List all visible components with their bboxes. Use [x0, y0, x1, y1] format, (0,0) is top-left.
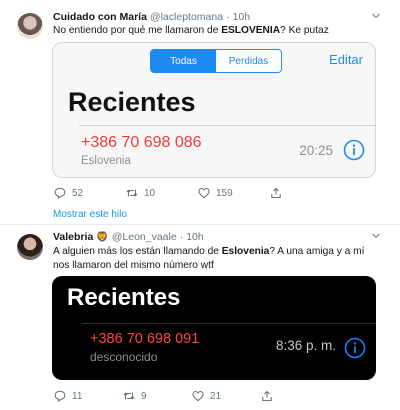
tweet-time[interactable]: 10h	[233, 11, 251, 23]
tweet-text: A alguien más los están llamando de Eslo…	[53, 246, 365, 271]
share-icon	[271, 187, 281, 199]
recents-title: Recientes	[67, 284, 181, 311]
divider	[82, 323, 376, 324]
reply-count: 11	[72, 390, 83, 402]
tweet-actions: 52 10 159	[54, 186, 342, 200]
reply-count: 52	[72, 187, 84, 199]
like-count: 159	[216, 187, 233, 199]
edit-label: Editar	[329, 52, 363, 67]
avatar[interactable]	[17, 13, 43, 39]
missed-call-number: +386 70 698 086	[81, 134, 202, 151]
call-location: Eslovenia	[81, 155, 131, 167]
info-icon	[343, 139, 365, 161]
divider	[79, 125, 375, 126]
retweet-count: 9	[141, 390, 147, 402]
tab-todas: Todas	[151, 50, 216, 72]
retweet-button[interactable]: 9	[123, 389, 192, 403]
show-thread-link[interactable]: Mostrar este hilo	[53, 209, 127, 220]
separator-dot: ·	[226, 11, 230, 23]
chevron-down-icon[interactable]	[371, 231, 381, 241]
tweet-time[interactable]: 10h	[186, 231, 204, 243]
retweet-icon	[123, 392, 135, 400]
screenshot-image[interactable]: Recientes +386 70 698 091 desconocido 8:…	[52, 276, 376, 380]
user-handle[interactable]: @Leon_vaale	[112, 231, 177, 243]
missed-call-number: +386 70 698 091	[90, 331, 200, 347]
like-icon	[192, 390, 204, 402]
like-count: 21	[210, 390, 222, 402]
like-icon	[198, 187, 210, 199]
chevron-down-icon[interactable]	[371, 11, 381, 21]
like-button[interactable]: 159	[198, 186, 270, 200]
call-time: 8:36 p. m.	[275, 338, 336, 353]
tweet-header: Cuidado con María @lacleptomana · 10h	[53, 9, 250, 25]
recents-title: Recientes	[68, 87, 196, 117]
reply-icon	[54, 187, 66, 199]
like-button[interactable]: 21	[192, 389, 261, 403]
retweet-button[interactable]: 10	[126, 186, 198, 200]
segmented-control: Todas Perdidas	[150, 49, 282, 73]
share-icon	[262, 390, 272, 402]
reply-button[interactable]: 52	[54, 186, 126, 200]
retweet-count: 10	[144, 187, 156, 199]
tweet-actions: 11 9 21	[54, 389, 330, 403]
tweet[interactable]: Cuidado con María @lacleptomana · 10h No…	[0, 0, 400, 203]
hashtag-eslovenia: ESLOVENIA	[221, 25, 281, 36]
avatar[interactable]	[17, 234, 43, 260]
user-handle[interactable]: @lacleptomana	[150, 11, 223, 23]
share-button[interactable]	[261, 389, 330, 403]
mention-eslovenia: Eslovenia	[221, 246, 270, 257]
info-icon	[344, 337, 366, 359]
tab-perdidas: Perdidas	[216, 50, 281, 72]
display-name[interactable]: Cuidado con María	[53, 11, 147, 23]
retweet-icon	[126, 189, 138, 197]
tweet-text: No entiendo por qué me llamaron de ESLOV…	[53, 25, 329, 36]
lion-emoji-icon: 🦁	[96, 231, 109, 243]
screenshot-image[interactable]: Todas Perdidas Editar Recientes +386 70 …	[52, 42, 376, 178]
call-time: 20:25	[299, 143, 333, 158]
reply-button[interactable]: 11	[54, 389, 123, 403]
tweet-header: Valebria 🦁 @Leon_vaale · 10h	[53, 229, 204, 245]
share-button[interactable]	[270, 186, 342, 200]
reply-icon	[54, 390, 66, 402]
display-name[interactable]: Valebria	[53, 231, 93, 243]
separator-dot: ·	[179, 231, 184, 243]
show-thread-row: Mostrar este hilo	[0, 203, 400, 225]
call-location: desconocido	[90, 350, 158, 364]
